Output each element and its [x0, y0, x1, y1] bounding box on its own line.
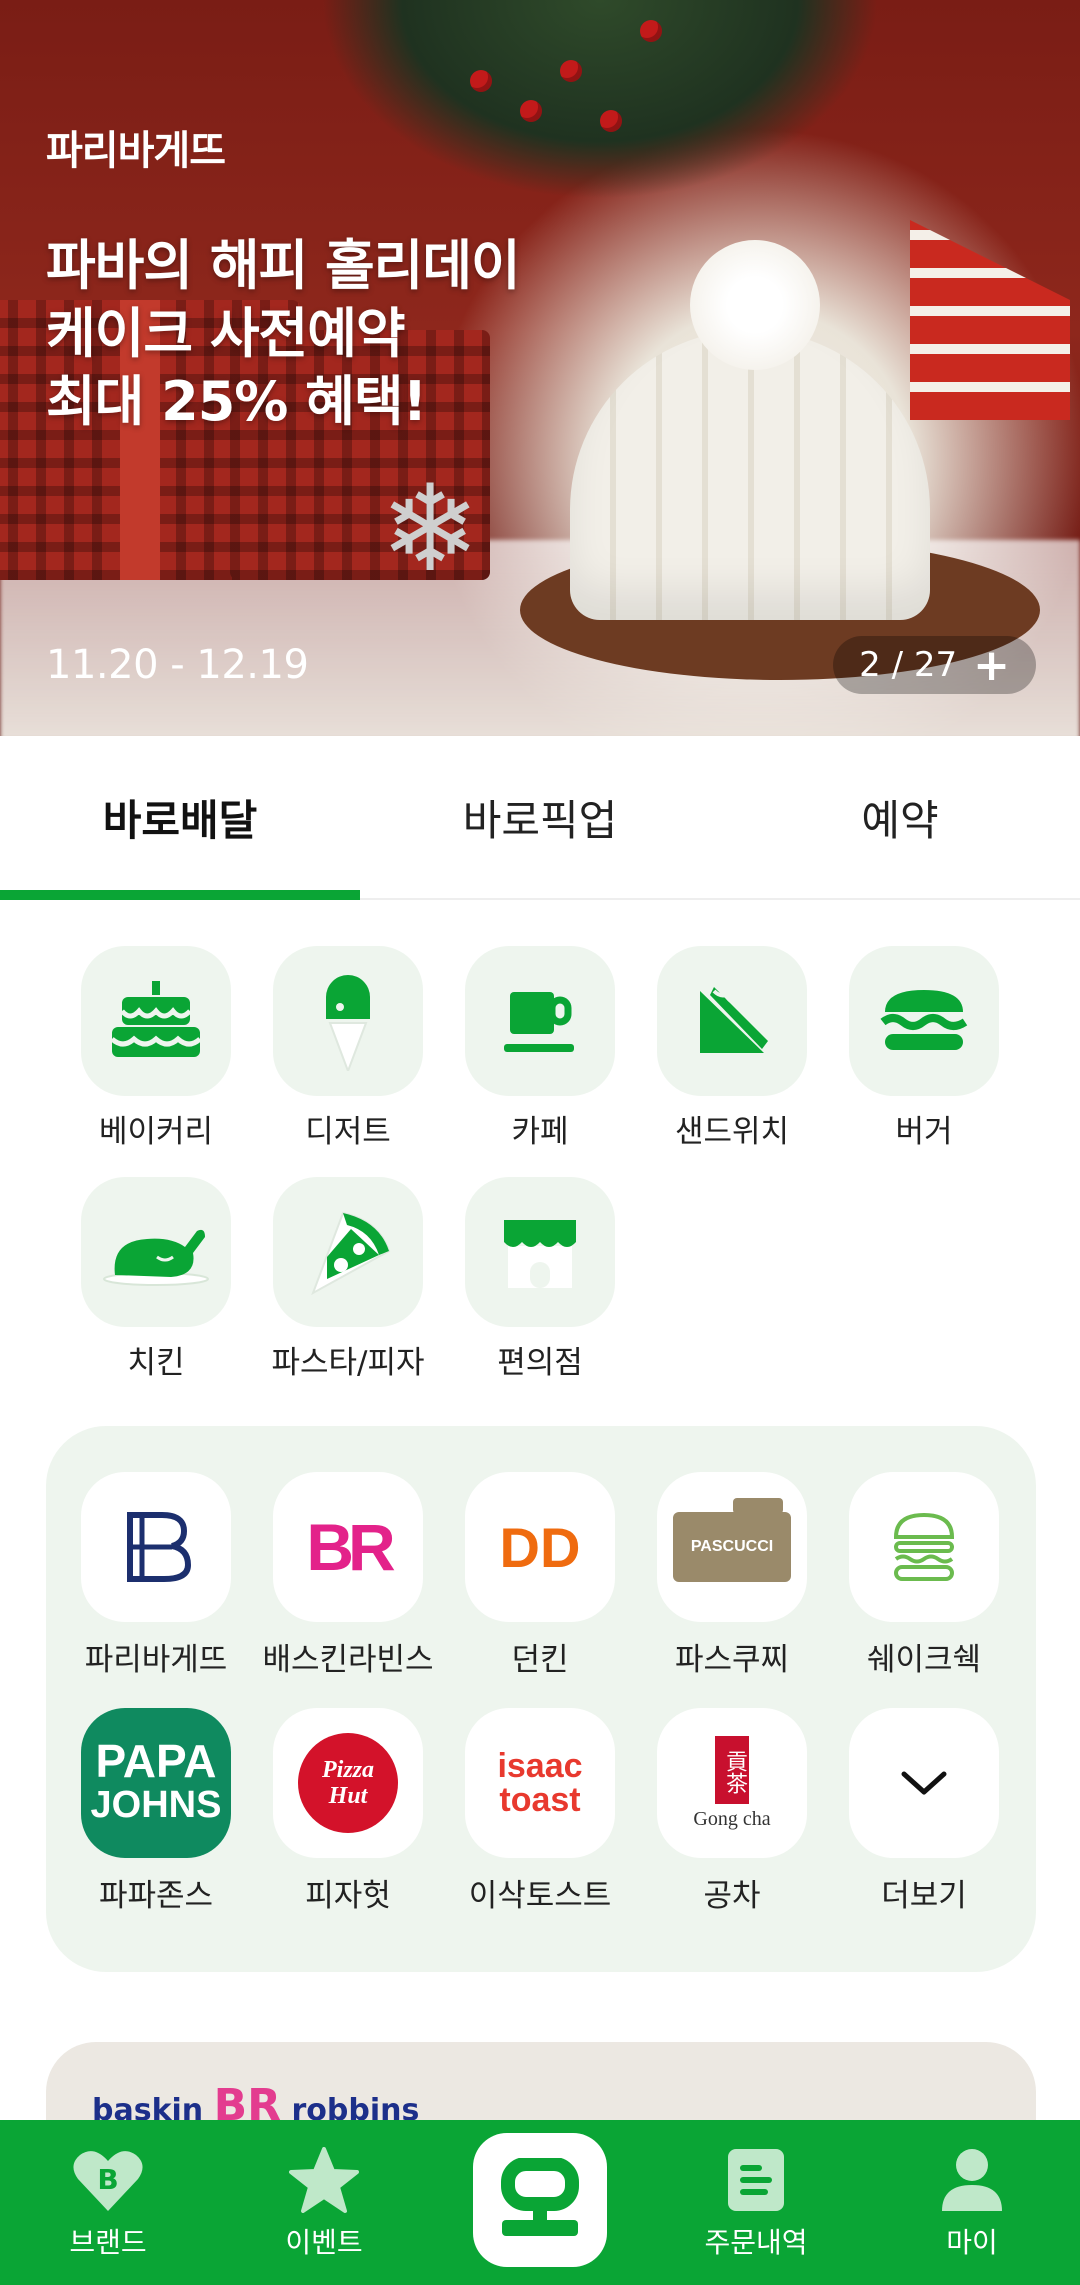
tab-pickup[interactable]: 바로픽업 [360, 736, 720, 898]
banner-cake-image [570, 330, 930, 620]
brand-gong-cha[interactable]: 貢茶 Gong cha 공차 [657, 1708, 807, 1915]
category-sandwich[interactable]: 샌드위치 [657, 946, 807, 1151]
sandwich-icon [657, 946, 807, 1096]
plus-icon[interactable]: + [973, 640, 1010, 691]
receipt-icon [726, 2145, 786, 2215]
banner-headline-line: 케이크 사전예약 [46, 302, 406, 365]
banner-berry [470, 70, 492, 92]
home-logo-icon[interactable] [473, 2132, 607, 2267]
banner-cake-pompom [690, 240, 820, 370]
heart-b-icon: B [72, 2145, 144, 2215]
papa-johns-logo: PAPA JOHNS [81, 1708, 231, 1858]
brand-pizza-hut[interactable]: Pizza Hut 피자헛 [273, 1708, 423, 1915]
category-cafe[interactable]: 카페 [465, 946, 615, 1151]
baskin-robbins-logo-text: BR [306, 1510, 395, 1584]
dunkin-logo: DD [465, 1472, 615, 1622]
nav-label: 마이 [946, 2225, 998, 2259]
banner-counter-text: 2 / 27 [859, 645, 958, 685]
pascucci-logo-badge: PASCUCCI [673, 1498, 791, 1582]
nav-my[interactable]: 마이 [864, 2120, 1080, 2285]
gong-cha-logo-mark: 貢茶 Gong cha [693, 1735, 771, 1831]
bottom-navigation: B 브랜드 이벤트 주문내역 마이 [0, 2120, 1080, 2285]
brand-pascucci[interactable]: PASCUCCI 파스쿠찌 [657, 1472, 807, 1679]
brand-label: 쉐이크쉑 [866, 1642, 982, 1678]
nav-home[interactable] [432, 2120, 648, 2285]
brand-baskin-robbins[interactable]: BR 배스킨라빈스 [262, 1472, 434, 1679]
banner-pine-decoration [320, 0, 880, 200]
category-convenience-store[interactable]: 편의점 [465, 1177, 615, 1382]
roast-chicken-icon [81, 1177, 231, 1327]
category-burger[interactable]: 버거 [849, 946, 999, 1151]
baskin-robbins-logo: BR [273, 1472, 423, 1622]
brand-papa-johns[interactable]: PAPA JOHNS 파파존스 [81, 1708, 231, 1915]
isaac-toast-logo-line: toast [499, 1781, 581, 1819]
brand-dunkin[interactable]: DD 던킨 [465, 1472, 615, 1679]
chevron-down-icon [849, 1708, 999, 1858]
gong-cha-logo-text: Gong cha [693, 1807, 771, 1830]
star-icon [289, 2145, 359, 2215]
shake-shack-logo [849, 1472, 999, 1622]
banner-dates: 11.20 - 12.19 [46, 642, 309, 688]
tab-reservation[interactable]: 예약 [720, 736, 1080, 898]
category-dessert[interactable]: 디저트 [273, 946, 423, 1151]
burger-icon [849, 946, 999, 1096]
banner-berry [560, 60, 582, 82]
store-icon [465, 1177, 615, 1327]
nav-event[interactable]: 이벤트 [216, 2120, 432, 2285]
category-bakery[interactable]: 베이커리 [81, 946, 231, 1151]
pizza-hut-logo-badge: Pizza Hut [298, 1733, 398, 1833]
banner-headline-line: 파바의 해피 홀리데이 [46, 234, 521, 297]
banner-brand: 파리바게뜨 [46, 128, 226, 174]
gong-cha-logo-seal: 貢茶 [714, 1735, 749, 1804]
pascucci-logo: PASCUCCI [657, 1472, 807, 1622]
isaac-toast-logo-text: isaac toast [497, 1749, 582, 1817]
banner-cake-slice [910, 220, 1070, 420]
nav-order-history[interactable]: 주문내역 [648, 2120, 864, 2285]
dunkin-logo-text: DD [499, 1515, 581, 1579]
pizza-hut-logo-line: Hut [328, 1783, 368, 1809]
pascucci-logo-text: PASCUCCI [690, 1538, 774, 1555]
tab-delivery[interactable]: 바로배달 [0, 736, 360, 898]
brand-shake-shack[interactable]: 쉐이크쉑 [849, 1472, 999, 1679]
gong-cha-logo: 貢茶 Gong cha [657, 1708, 807, 1858]
cake-icon [81, 946, 231, 1096]
nav-label: 주문내역 [704, 2225, 808, 2259]
papa-johns-logo-text: PAPA JOHNS [90, 1735, 222, 1827]
banner-berry [640, 20, 662, 42]
nav-label: 이벤트 [285, 2225, 363, 2259]
svg-text:B: B [97, 2163, 118, 2196]
paris-baguette-logo [81, 1472, 231, 1622]
pizza-hut-logo: Pizza Hut [273, 1708, 423, 1858]
banner-page-counter[interactable]: 2 / 27 + [833, 636, 1036, 694]
category-label: 버거 [895, 1114, 953, 1150]
brand-paris-baguette[interactable]: 파리바게뜨 [81, 1472, 231, 1679]
pizza-hut-logo-line: Pizza [321, 1757, 374, 1783]
banner-headline: 파바의 해피 홀리데이 케이크 사전예약 최대 25% 혜택! [46, 232, 521, 436]
service-tabs: 바로배달 바로픽업 예약 [0, 736, 1080, 900]
pizza-slice-icon [273, 1177, 423, 1327]
isaac-toast-logo: isaac toast [465, 1708, 615, 1858]
category-label: 편의점 [497, 1345, 583, 1381]
pascucci-logo-handle [733, 1498, 783, 1514]
banner-berry [520, 100, 542, 122]
brand-label: 더보기 [881, 1878, 967, 1914]
banner-berry [600, 110, 622, 132]
person-icon [940, 2145, 1004, 2215]
papa-johns-logo-line: JOHNS [90, 1784, 222, 1826]
ice-cream-icon [273, 946, 423, 1096]
category-chicken[interactable]: 치킨 [81, 1177, 231, 1382]
brand-isaac-toast[interactable]: isaac toast 이삭토스트 [465, 1708, 615, 1915]
coffee-cup-icon [465, 946, 615, 1096]
nav-brand[interactable]: B 브랜드 [0, 2120, 216, 2285]
brand-more-button[interactable]: 더보기 [849, 1708, 999, 1915]
promo-banner[interactable]: ❄ 파리바게뜨 파바의 해피 홀리데이 케이크 사전예약 최대 25% 혜택! … [0, 0, 1080, 736]
tab-active-indicator [0, 890, 360, 900]
snowflake-icon: ❄ [380, 460, 481, 599]
nav-label: 브랜드 [69, 2225, 147, 2259]
isaac-toast-logo-line: isaac [497, 1747, 583, 1785]
banner-headline-line: 최대 25% 혜택! [46, 370, 427, 433]
category-pasta-pizza[interactable]: 파스타/피자 [271, 1177, 425, 1382]
papa-johns-logo-line: PAPA [95, 1735, 217, 1787]
